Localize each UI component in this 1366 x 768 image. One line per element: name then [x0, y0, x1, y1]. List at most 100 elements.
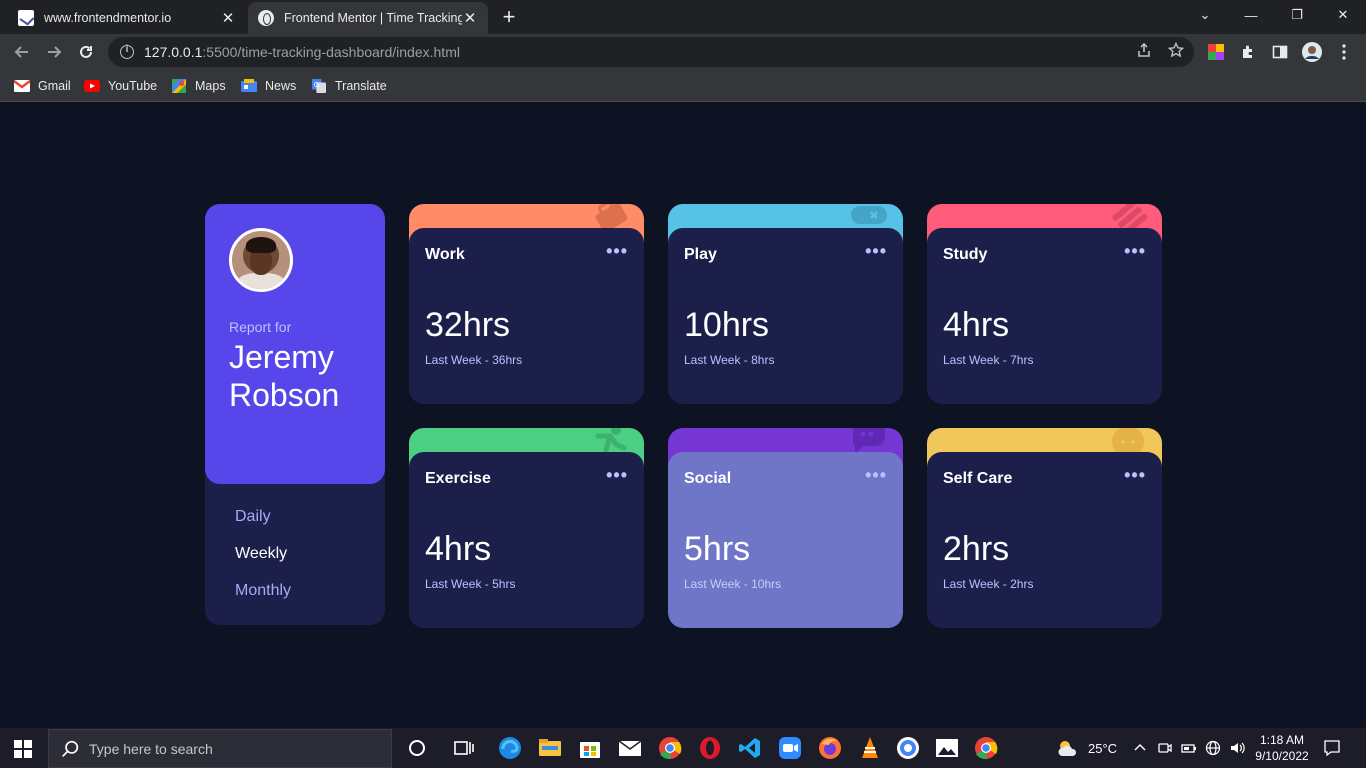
- url-path: :5500/time-tracking-dashboard/index.html: [202, 44, 460, 60]
- vlc-icon[interactable]: [858, 736, 882, 760]
- activity-card-work: Work ••• 32hrs Last Week - 36hrs: [409, 204, 644, 404]
- back-button[interactable]: [10, 40, 34, 64]
- card-body: Work ••• 32hrs Last Week - 36hrs: [409, 228, 644, 404]
- card-body: Exercise ••• 4hrs Last Week - 5hrs: [409, 452, 644, 628]
- bookmark-star-icon[interactable]: [1167, 41, 1185, 60]
- bookmarks-bar: Gmail YouTube Maps News G Translate: [0, 70, 1366, 102]
- photos-icon[interactable]: [935, 736, 959, 760]
- maximize-button[interactable]: ❐: [1274, 0, 1320, 30]
- card-title: Exercise: [425, 470, 491, 487]
- address-bar[interactable]: 127.0.0.1:5500/time-tracking-dashboard/i…: [108, 37, 1194, 67]
- more-options-icon[interactable]: •••: [865, 242, 887, 260]
- card-body[interactable]: Social ••• 5hrs Last Week - 10hrs: [668, 452, 903, 628]
- card-previous: Last Week - 5hrs: [425, 577, 516, 591]
- mail-icon[interactable]: [618, 736, 642, 760]
- tab-search-chevron-icon[interactable]: ⌄: [1182, 0, 1228, 30]
- firefox-icon[interactable]: [818, 736, 842, 760]
- bookmark-label: News: [265, 79, 297, 93]
- site-info-icon[interactable]: [120, 44, 134, 59]
- zoom-icon[interactable]: [778, 736, 802, 760]
- clock-date: 9/10/2022: [1255, 749, 1309, 763]
- tab-frontendmentor[interactable]: www.frontendmentor.io ✕: [8, 2, 246, 34]
- bookmark-label: YouTube: [108, 79, 158, 93]
- chrome-icon[interactable]: [658, 736, 682, 760]
- store-icon[interactable]: [578, 736, 602, 760]
- reload-icon: [80, 45, 92, 58]
- weather-temperature: 25°C: [1088, 740, 1118, 756]
- partly-cloudy-icon: [1058, 741, 1077, 756]
- bookmark-youtube[interactable]: YouTube: [84, 77, 157, 95]
- bookmark-translate[interactable]: G Translate: [311, 77, 387, 95]
- card-title: Play: [684, 246, 717, 263]
- card-hours: 10hrs: [684, 306, 770, 344]
- card-body: Study ••• 4hrs Last Week - 7hrs: [927, 228, 1162, 404]
- forward-button[interactable]: [42, 40, 66, 64]
- period-weekly[interactable]: Weekly: [235, 543, 291, 564]
- card-body: Play ••• 10hrs Last Week - 8hrs: [668, 228, 903, 404]
- brave-icon[interactable]: [896, 736, 920, 760]
- action-center-icon[interactable]: [1323, 728, 1341, 768]
- battery-icon[interactable]: [1181, 740, 1197, 756]
- gmail-icon: [14, 80, 30, 92]
- side-panel-icon[interactable]: [1270, 42, 1290, 62]
- youtube-icon: [84, 80, 100, 92]
- close-tab-icon[interactable]: ✕: [220, 9, 236, 27]
- more-options-icon[interactable]: •••: [606, 242, 628, 260]
- clock-time: 1:18 AM: [1259, 733, 1305, 747]
- more-options-icon[interactable]: •••: [606, 466, 628, 484]
- period-daily[interactable]: Daily: [235, 506, 291, 527]
- minimize-button[interactable]: —: [1228, 0, 1274, 30]
- meet-now-icon[interactable]: [1157, 740, 1173, 756]
- period-monthly[interactable]: Monthly: [235, 580, 291, 601]
- card-hours: 4hrs: [943, 306, 1010, 344]
- close-tab-icon[interactable]: ✕: [462, 9, 478, 27]
- translate-icon: G: [312, 79, 326, 93]
- card-previous: Last Week - 2hrs: [943, 577, 1034, 591]
- card-hours: 4hrs: [425, 530, 492, 568]
- arrow-left-icon: [14, 46, 28, 58]
- network-globe-icon[interactable]: [1205, 740, 1221, 756]
- edge-icon[interactable]: [498, 736, 522, 760]
- file-explorer-icon[interactable]: [538, 736, 562, 760]
- time-tracking-dashboard: Report for Jeremy Robson Daily Weekly Mo…: [0, 103, 1366, 728]
- windows-start-icon[interactable]: [14, 740, 32, 758]
- reload-button[interactable]: [74, 40, 98, 64]
- more-options-icon[interactable]: •••: [865, 466, 887, 484]
- windows-taskbar: Type here to search 25°C 1:18 AM 9/10/20…: [0, 728, 1366, 768]
- weather-widget[interactable]: 25°C: [1056, 728, 1117, 768]
- tray-icons: [1133, 728, 1245, 768]
- opera-icon[interactable]: [698, 736, 722, 760]
- user-avatar: [229, 228, 293, 292]
- profile-header: Report for Jeremy Robson: [205, 204, 385, 484]
- cortana-icon[interactable]: [405, 736, 429, 760]
- vscode-icon[interactable]: [738, 736, 762, 760]
- chevron-up-icon[interactable]: [1133, 741, 1147, 755]
- url-host: 127.0.0.1: [144, 44, 203, 60]
- chrome-menu-icon[interactable]: [1334, 42, 1354, 62]
- new-tab-button[interactable]: +: [498, 5, 520, 29]
- task-view-icon[interactable]: [452, 736, 476, 760]
- search-placeholder: Type here to search: [89, 740, 213, 757]
- tab-title: www.frontendmentor.io: [44, 11, 172, 25]
- tab-time-tracking[interactable]: Frontend Mentor | Time Tracking ✕: [248, 2, 488, 34]
- more-options-icon[interactable]: •••: [1124, 466, 1146, 484]
- share-icon[interactable]: [1135, 42, 1153, 60]
- close-window-button[interactable]: ✕: [1320, 0, 1366, 30]
- search-icon: [62, 740, 79, 757]
- maps-icon: [172, 79, 186, 93]
- colorful-extension-icon[interactable]: [1206, 42, 1226, 62]
- volume-icon[interactable]: [1229, 740, 1245, 756]
- extensions-puzzle-icon[interactable]: [1238, 42, 1258, 62]
- browser-tab-bar: www.frontendmentor.io ✕ Frontend Mentor …: [0, 0, 1366, 34]
- taskbar-search-input[interactable]: Type here to search: [48, 729, 392, 768]
- activity-card-social: Social ••• 5hrs Last Week - 10hrs: [668, 428, 903, 628]
- card-body: Self Care ••• 2hrs Last Week - 2hrs: [927, 452, 1162, 628]
- more-options-icon[interactable]: •••: [1124, 242, 1146, 260]
- bookmark-news[interactable]: News: [241, 77, 296, 95]
- clock[interactable]: 1:18 AM 9/10/2022: [1252, 728, 1312, 768]
- profile-avatar[interactable]: [1302, 42, 1322, 62]
- bookmark-gmail[interactable]: Gmail: [14, 77, 71, 95]
- bookmark-maps[interactable]: Maps: [171, 77, 226, 95]
- chrome-icon[interactable]: [974, 736, 998, 760]
- period-selector: Daily Weekly Monthly: [235, 506, 291, 617]
